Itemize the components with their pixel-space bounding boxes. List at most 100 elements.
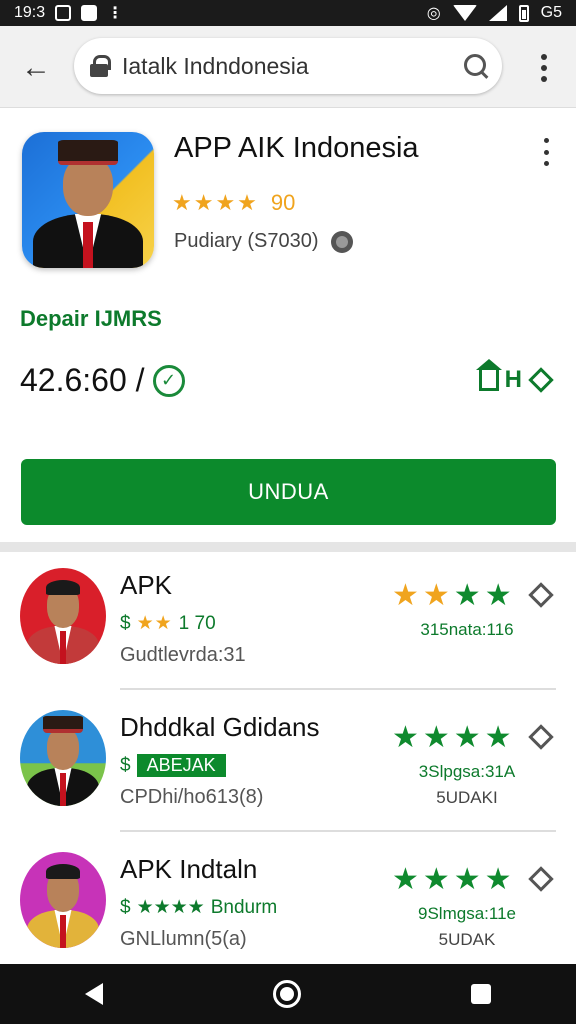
home-icon[interactable]: [475, 359, 502, 391]
share-icon[interactable]: [528, 367, 554, 393]
menu-dot: [541, 76, 547, 82]
list-item-title: APK: [120, 570, 173, 600]
back-arrow-icon[interactable]: ←: [16, 48, 56, 88]
list-item[interactable]: APK $ ★★ 1 70 Gudtlevrda:31 ★★★★ 315nata…: [0, 568, 576, 700]
section-separator: [0, 542, 576, 552]
price-text: 42.6:60 /: [20, 362, 145, 398]
gold-stars: ★★: [392, 579, 454, 612]
rating-stars: ★★★★: [172, 190, 259, 215]
list-item-icon: [20, 568, 106, 664]
divider: [120, 830, 556, 832]
app-notification-icon: [81, 5, 98, 21]
price-prefix: $: [120, 612, 131, 634]
app-icon: [22, 132, 154, 268]
verified-check-icon: ✓: [152, 364, 185, 397]
app-overflow-menu-icon[interactable]: [536, 138, 556, 166]
list-item-extra: 5UDAK: [438, 930, 496, 949]
battery-icon: [518, 4, 529, 22]
menu-dot: [543, 138, 549, 143]
sub-stars: ★★: [136, 613, 173, 634]
list-item-meta: CPDhi/ho613(8): [120, 786, 264, 808]
list-portrait: [20, 568, 106, 664]
list-item[interactable]: Dhddkal Gdidans $ ABEJAK CPDhi/ho613(8) …: [0, 710, 576, 842]
green-stars: ★★★★: [392, 721, 516, 754]
app-rating: ★★★★ 90: [172, 190, 295, 216]
status-left: 19:3 ⋮: [14, 3, 123, 23]
share-icon[interactable]: [528, 724, 554, 750]
list-item-subtitle: $ ★★ 1 70: [120, 612, 216, 635]
url-text[interactable]: Iatalk Indndonesia: [122, 53, 309, 80]
overflow-menu-icon[interactable]: [532, 50, 556, 86]
app-meta: Pudiary (S7030): [174, 230, 353, 253]
list-item-count: 315nata:116: [420, 620, 514, 639]
green-stars: ★★★★: [392, 863, 516, 896]
menu-dot: [541, 54, 547, 60]
developer-label[interactable]: Depair IJMRS: [20, 306, 162, 332]
list-item-subtitle: $ ★★★★ Bndurm: [120, 896, 277, 919]
menu-dot: [541, 65, 547, 71]
price-prefix: $: [120, 896, 131, 918]
list-item-icon: [20, 710, 106, 806]
nav-back-icon[interactable]: [85, 983, 103, 1005]
share-group[interactable]: H: [475, 359, 554, 394]
portrait-tie: [59, 773, 67, 806]
list-item-meta: Gudtlevrda:31: [120, 644, 246, 666]
share-icon[interactable]: [528, 582, 554, 608]
menu-dot: [543, 161, 549, 166]
portrait-face: [46, 727, 80, 770]
portrait-hair: [45, 579, 81, 595]
sub-stars-green: ★★★★: [136, 897, 205, 918]
list-portrait: [20, 710, 106, 806]
lock-icon: [90, 55, 111, 77]
wifi-icon: [452, 5, 477, 21]
list-item-stars: ★★★★: [392, 720, 516, 755]
list-item-subtitle: $ ABEJAK: [120, 754, 226, 777]
sub-text: Bndurm: [210, 896, 278, 918]
green-stars: ★★: [453, 579, 516, 612]
app-title: APP AIK Indonesia: [174, 132, 419, 164]
status-bar: 19:3 ⋮ ◎ G5: [0, 0, 576, 26]
nav-recents-icon[interactable]: [471, 984, 491, 1004]
portrait-hat: [43, 715, 83, 734]
divider: [120, 688, 556, 690]
list-item-title: APK Indtaln: [120, 854, 258, 884]
list-portrait: [20, 852, 106, 948]
portrait-tie: [59, 631, 67, 664]
portrait-hair: [45, 863, 81, 879]
alarm-icon: ◎: [426, 5, 441, 22]
notification-icon: [55, 5, 72, 21]
list-item-stars: ★★★★: [392, 578, 516, 613]
share-text: H: [504, 366, 522, 393]
list-item-stars: ★★★★: [392, 862, 516, 897]
list-item-title: Dhddkal Gdidans: [120, 712, 320, 742]
list-item-count: 3Slpgsa:31A: [418, 762, 516, 781]
portrait-hat: [57, 140, 119, 165]
sub-text: 1 70: [178, 612, 216, 634]
list-item-meta: GNLlumn(5(a): [120, 928, 247, 950]
app-icon-portrait: [22, 132, 154, 268]
more-dots-icon: ⋮: [107, 5, 124, 22]
nav-home-icon[interactable]: [273, 980, 301, 1008]
install-button[interactable]: UNDUA: [21, 459, 556, 525]
list-item-count: 9Slmgsa:11e: [418, 904, 516, 923]
app-meta-text: Pudiary (S7030): [174, 230, 319, 252]
network-type: G5: [540, 4, 562, 21]
share-icon[interactable]: [528, 866, 554, 892]
portrait-tie: [82, 221, 94, 268]
signal-icon: [488, 5, 507, 21]
portrait-face: [62, 156, 114, 217]
list-item-badge: ABEJAK: [136, 754, 226, 777]
address-bar[interactable]: Iatalk Indndonesia: [74, 38, 502, 94]
menu-dot: [543, 149, 549, 155]
list-item-extra: 5UDAKI: [436, 788, 498, 807]
price: 42.6:60 / ✓: [20, 362, 185, 399]
status-right: ◎ G5: [427, 3, 562, 23]
portrait-tie: [59, 915, 67, 948]
search-icon[interactable]: [462, 52, 490, 80]
price-prefix: $: [120, 754, 131, 776]
rating-value: 90: [270, 190, 296, 215]
status-time: 19:3: [14, 4, 46, 21]
browser-toolbar: ← Iatalk Indndonesia: [0, 26, 576, 108]
list-item-icon: [20, 852, 106, 948]
globe-icon: [330, 230, 353, 253]
